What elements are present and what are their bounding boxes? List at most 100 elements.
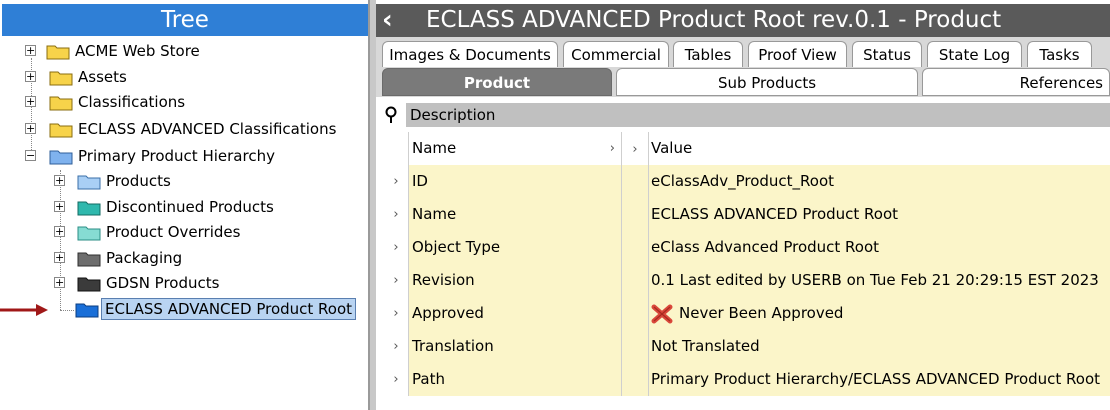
tree-item-packaging[interactable]: + Packaging bbox=[0, 247, 360, 269]
tab-commercial[interactable]: Commercial bbox=[563, 41, 669, 67]
table-row[interactable]: › Path Primary Product Hierarchy/ECLASS … bbox=[384, 363, 1110, 396]
tab-tasks[interactable]: Tasks bbox=[1027, 41, 1092, 67]
column-header-value: Value bbox=[649, 132, 1110, 165]
table-row[interactable]: › ID eClassAdv_Product_Root bbox=[384, 165, 1110, 198]
row-spacer bbox=[622, 297, 649, 330]
expand-icon[interactable]: + bbox=[25, 123, 36, 134]
tree-item-label: Assets bbox=[78, 68, 127, 86]
row-expand-icon[interactable]: › bbox=[384, 165, 409, 198]
attribute-name: Approved bbox=[409, 297, 622, 330]
tree-item-assets[interactable]: + Assets bbox=[0, 66, 360, 88]
folder-icon bbox=[77, 226, 101, 241]
back-button[interactable]: ‹ bbox=[382, 4, 408, 37]
table-row[interactable]: › Name ECLASS ADVANCED Product Root bbox=[384, 198, 1110, 231]
folder-icon bbox=[77, 201, 101, 216]
not-approved-x-icon bbox=[651, 304, 673, 323]
subtab-references[interactable]: References bbox=[922, 68, 1110, 96]
collapse-icon[interactable]: − bbox=[25, 150, 36, 161]
tree-item-acme-web-store[interactable]: + ACME Web Store bbox=[0, 40, 360, 62]
column-header-name[interactable]: Name › bbox=[409, 132, 622, 165]
folder-icon bbox=[49, 150, 73, 165]
row-spacer bbox=[622, 165, 649, 198]
tree-item-label-selected: ECLASS ADVANCED Product Root bbox=[101, 298, 357, 320]
row-expand-icon[interactable]: › bbox=[384, 363, 409, 396]
table-row[interactable]: › Approved Never Been Approved bbox=[384, 297, 1110, 330]
folder-icon bbox=[49, 96, 73, 111]
description-section-header[interactable]: Description bbox=[380, 103, 1110, 127]
tree-item-product-overrides[interactable]: + Product Overrides bbox=[0, 221, 360, 243]
row-expand-icon[interactable]: › bbox=[384, 264, 409, 297]
attribute-value[interactable]: 0.1 Last edited by USERB on Tue Feb 21 2… bbox=[649, 264, 1110, 297]
expand-icon[interactable]: + bbox=[54, 277, 65, 288]
folder-icon bbox=[46, 45, 70, 60]
tab-status[interactable]: Status bbox=[852, 41, 922, 67]
pin-icon[interactable] bbox=[384, 106, 398, 124]
column-header-label: Name bbox=[412, 139, 457, 157]
table-row[interactable]: › Translation Not Translated bbox=[384, 330, 1110, 363]
tree-item-discontinued-products[interactable]: + Discontinued Products bbox=[0, 196, 360, 218]
title-bar: ‹ ECLASS ADVANCED Product Root rev.0.1 -… bbox=[376, 4, 1110, 37]
tab-proof-view[interactable]: Proof View bbox=[748, 41, 847, 67]
column-header-toggle[interactable]: › bbox=[622, 132, 649, 165]
tree-item-label: Classifications bbox=[78, 93, 186, 111]
chevron-right-icon[interactable]: › bbox=[632, 142, 637, 157]
tree-item-eclass-advanced-classifications[interactable]: + ECLASS ADVANCED Classifications bbox=[0, 118, 360, 140]
tree-item-label: Products bbox=[106, 172, 171, 190]
attribute-value[interactable]: Primary Product Hierarchy/ECLASS ADVANCE… bbox=[649, 363, 1110, 396]
tab-images-documents[interactable]: Images & Documents bbox=[382, 41, 558, 67]
tree-item-products[interactable]: + Products bbox=[0, 170, 360, 192]
folder-icon bbox=[77, 277, 101, 292]
folder-icon bbox=[49, 71, 73, 86]
grid-header-row: Name › › Value bbox=[384, 132, 1110, 165]
row-expand-icon[interactable]: › bbox=[384, 198, 409, 231]
folder-icon bbox=[49, 123, 73, 138]
row-spacer bbox=[622, 330, 649, 363]
row-expand-icon[interactable]: › bbox=[384, 330, 409, 363]
tab-bar: Images & Documents Commercial Tables Pro… bbox=[376, 37, 1110, 97]
table-row[interactable]: › Revision 0.1 Last edited by USERB on T… bbox=[384, 264, 1110, 297]
section-title: Description bbox=[406, 103, 1110, 127]
expand-icon[interactable]: + bbox=[54, 201, 65, 212]
tree-item-label: ECLASS ADVANCED Classifications bbox=[78, 120, 337, 138]
row-spacer bbox=[622, 264, 649, 297]
attribute-name: Object Type bbox=[409, 231, 622, 264]
expand-icon[interactable]: + bbox=[54, 252, 65, 263]
attribute-name: ID bbox=[409, 165, 622, 198]
attribute-value[interactable]: Not Translated bbox=[649, 330, 1110, 363]
chevron-right-icon[interactable]: › bbox=[610, 132, 615, 165]
row-expand-icon[interactable]: › bbox=[384, 231, 409, 264]
tree-item-label: GDSN Products bbox=[106, 274, 220, 292]
row-spacer bbox=[622, 231, 649, 264]
subtab-sub-products[interactable]: Sub Products bbox=[616, 68, 918, 96]
editor-panel: ‹ ECLASS ADVANCED Product Root rev.0.1 -… bbox=[376, 0, 1110, 410]
folder-icon bbox=[77, 175, 101, 190]
tree-header: Tree bbox=[2, 4, 368, 36]
expand-icon[interactable]: + bbox=[54, 226, 65, 237]
tab-state-log[interactable]: State Log bbox=[927, 41, 1022, 67]
tree-item-primary-product-hierarchy[interactable]: − Primary Product Hierarchy bbox=[0, 145, 360, 167]
pointer-arrow-icon bbox=[0, 304, 48, 316]
tree-item-eclass-advanced-product-root[interactable]: ECLASS ADVANCED Product Root bbox=[0, 298, 365, 320]
tree-item-label: Primary Product Hierarchy bbox=[78, 147, 275, 165]
approval-status-text: Never Been Approved bbox=[679, 304, 844, 322]
expand-icon[interactable]: + bbox=[54, 175, 65, 186]
tree-item-gdsn-products[interactable]: + GDSN Products bbox=[0, 272, 360, 294]
tree-item-classifications[interactable]: + Classifications bbox=[0, 91, 360, 113]
row-spacer bbox=[622, 363, 649, 396]
attribute-value-approved[interactable]: Never Been Approved bbox=[649, 297, 1110, 330]
tab-tables[interactable]: Tables bbox=[673, 41, 743, 67]
folder-icon bbox=[77, 252, 101, 267]
row-spacer bbox=[622, 198, 649, 231]
attribute-value[interactable]: eClass Advanced Product Root bbox=[649, 231, 1110, 264]
expand-icon[interactable]: + bbox=[25, 45, 36, 56]
folder-icon bbox=[75, 303, 99, 318]
subtab-product[interactable]: Product bbox=[382, 68, 612, 96]
attribute-value[interactable]: ECLASS ADVANCED Product Root bbox=[649, 198, 1110, 231]
expand-icon[interactable]: + bbox=[25, 96, 36, 107]
expand-icon[interactable]: + bbox=[25, 71, 36, 82]
attribute-name: Revision bbox=[409, 264, 622, 297]
row-expand-icon[interactable]: › bbox=[384, 297, 409, 330]
table-row[interactable]: › Object Type eClass Advanced Product Ro… bbox=[384, 231, 1110, 264]
tree-item-label: Product Overrides bbox=[106, 223, 241, 241]
attribute-value[interactable]: eClassAdv_Product_Root bbox=[649, 165, 1110, 198]
